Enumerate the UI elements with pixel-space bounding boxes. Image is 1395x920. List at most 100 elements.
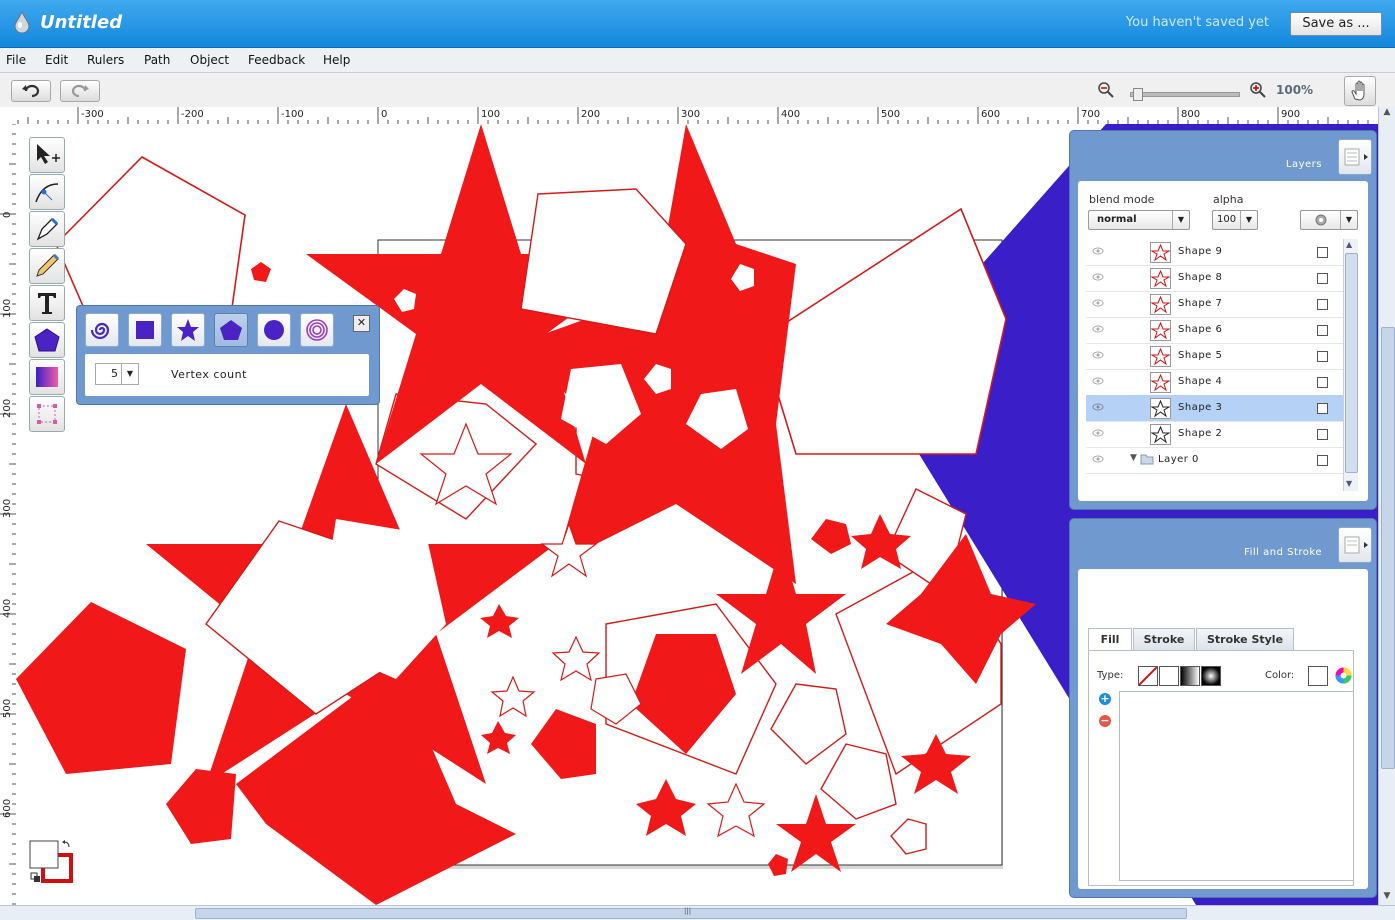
layer-row-shape-9[interactable]: Shape 9 [1086,239,1344,266]
red-pentagon[interactable] [16,602,186,774]
gradient-tool-button[interactable] [29,359,65,395]
visibility-eye-icon[interactable] [1092,377,1104,385]
tab-stroke[interactable]: Stroke [1133,628,1195,650]
star-shape-button[interactable] [171,313,205,347]
vertex-count-stepper[interactable]: 5 ▼ [95,363,139,385]
lock-checkbox[interactable] [1317,429,1328,440]
color-well[interactable] [29,839,75,885]
menu-help[interactable]: Help [323,53,350,67]
zoom-out-icon[interactable] [1097,81,1115,99]
chevron-down-icon[interactable]: ▼ [1172,211,1189,229]
fill-none-icon[interactable] [1138,666,1158,686]
menu-object[interactable]: Object [190,53,229,67]
spiral-shape-button[interactable] [85,313,119,347]
fill-radial-gradient-icon[interactable] [1201,666,1221,686]
node-tool-button[interactable] [29,174,65,210]
alpha-select[interactable]: 100 ▼ [1212,210,1258,230]
fill-linear-gradient-icon[interactable] [1180,666,1200,686]
visibility-eye-icon[interactable] [1092,351,1104,359]
lock-checkbox[interactable] [1317,377,1328,388]
text-tool-button[interactable] [29,285,65,321]
lock-checkbox[interactable] [1317,247,1328,258]
visibility-eye-icon[interactable] [1092,273,1104,281]
rectangle-shape-button[interactable] [128,313,162,347]
visibility-eye-icon[interactable] [1092,299,1104,307]
fill-stops-area[interactable] [1119,691,1354,881]
close-panel-button[interactable]: ✕ [353,315,370,332]
menu-path[interactable]: Path [144,53,170,67]
layer-row-shape-6[interactable]: Shape 6 [1086,317,1344,344]
layer-list-scroll-thumb[interactable] [1345,253,1358,473]
chevron-down-icon[interactable]: ▼ [1340,211,1357,229]
alpha-value: 100 [1217,214,1237,225]
layer-name: Shape 4 [1178,376,1223,387]
transform-handles-icon [37,404,57,424]
vertical-ruler[interactable]: -1000100200300400500600 [0,124,17,905]
zoom-slider-knob[interactable] [1133,88,1143,101]
white-pentagon[interactable] [520,188,687,335]
visibility-eye-icon[interactable] [1092,429,1104,437]
select-tool-button[interactable] [29,137,65,173]
menu-rulers[interactable]: Rulers [87,53,124,67]
red-pentagon[interactable] [251,262,271,282]
lock-checkbox[interactable] [1317,455,1328,466]
tab-fill[interactable]: Fill [1088,628,1132,651]
chevron-down-icon[interactable]: ▼ [121,364,138,384]
menu-feedback[interactable]: Feedback [248,53,305,67]
chevron-down-icon[interactable]: ▼ [1240,211,1257,229]
swirl-shape-button[interactable] [300,313,334,347]
lock-checkbox[interactable] [1317,299,1328,310]
scroll-up-arrow-icon[interactable]: ▲ [1346,240,1352,249]
transform-tool-button[interactable] [29,396,65,432]
lock-checkbox[interactable] [1317,325,1328,336]
fill-color-swatch[interactable] [1308,666,1328,686]
fill-stroke-swatch-icon[interactable] [29,839,75,885]
visibility-eye-icon[interactable] [1092,247,1104,255]
zoom-slider[interactable] [1130,88,1240,101]
visibility-eye-icon[interactable] [1092,403,1104,411]
layer-row-layer-0[interactable]: ▼ Layer 0 [1086,447,1344,474]
horizontal-ruler[interactable]: -300 -200 -100 0 100 200 300 400 500 600 700 800 900 [16,107,1378,125]
tab-stroke-style[interactable]: Stroke Style [1196,628,1294,650]
layer-options-button[interactable]: ▼ [1300,210,1358,230]
ellipse-shape-button[interactable] [257,313,291,347]
layer-row-shape-7[interactable]: Shape 7 [1086,291,1344,318]
fill-stroke-panel-menu-button[interactable] [1338,527,1372,563]
vertical-scroll-thumb[interactable] [1381,327,1395,769]
layer-row-shape-2[interactable]: Shape 2 [1086,421,1344,448]
layer-row-shape-5[interactable]: Shape 5 [1086,343,1344,370]
visibility-eye-icon[interactable] [1092,455,1104,463]
scroll-down-arrow-icon[interactable]: ▼ [1346,479,1352,488]
horizontal-scrollbar[interactable]: ||| [0,905,1395,920]
expand-triangle-icon[interactable]: ▼ [1130,453,1137,463]
red-pentagon[interactable] [166,769,236,844]
scroll-down-arrow-icon[interactable]: ▼ [1381,891,1393,903]
layer-list-scrollbar[interactable]: ▲ ▼ [1343,239,1358,491]
undo-button[interactable] [11,80,51,102]
pen-tool-button[interactable] [29,211,65,247]
visibility-eye-icon[interactable] [1092,325,1104,333]
scroll-up-arrow-icon[interactable]: ▲ [1381,107,1393,119]
vertical-scrollbar[interactable]: ▲ ▼ [1378,107,1395,905]
layer-row-shape-4[interactable]: Shape 4 [1086,369,1344,396]
menu-edit[interactable]: Edit [45,53,68,67]
pencil-tool-button[interactable] [29,248,65,284]
zoom-in-icon[interactable] [1249,81,1267,99]
lock-checkbox[interactable] [1317,351,1328,362]
save-as-button[interactable]: Save as ... [1290,12,1382,36]
layers-panel-menu-button[interactable] [1338,139,1372,175]
lock-checkbox[interactable] [1317,403,1328,414]
color-wheel-icon[interactable] [1335,667,1352,684]
blend-mode-select[interactable]: normal ▼ [1088,210,1190,230]
polygon-shape-button[interactable] [214,313,248,347]
add-stop-button[interactable]: + [1099,693,1111,705]
layer-row-shape-8[interactable]: Shape 8 [1086,265,1344,292]
menu-file[interactable]: File [6,53,26,67]
redo-button[interactable] [60,80,100,102]
layer-row-shape-3[interactable]: Shape 3 [1086,395,1344,422]
shape-tool-button[interactable] [29,322,65,358]
fill-solid-icon[interactable] [1159,666,1179,686]
lock-checkbox[interactable] [1317,273,1328,284]
hand-tool-button[interactable] [1344,76,1376,106]
remove-stop-button[interactable]: − [1099,715,1111,727]
